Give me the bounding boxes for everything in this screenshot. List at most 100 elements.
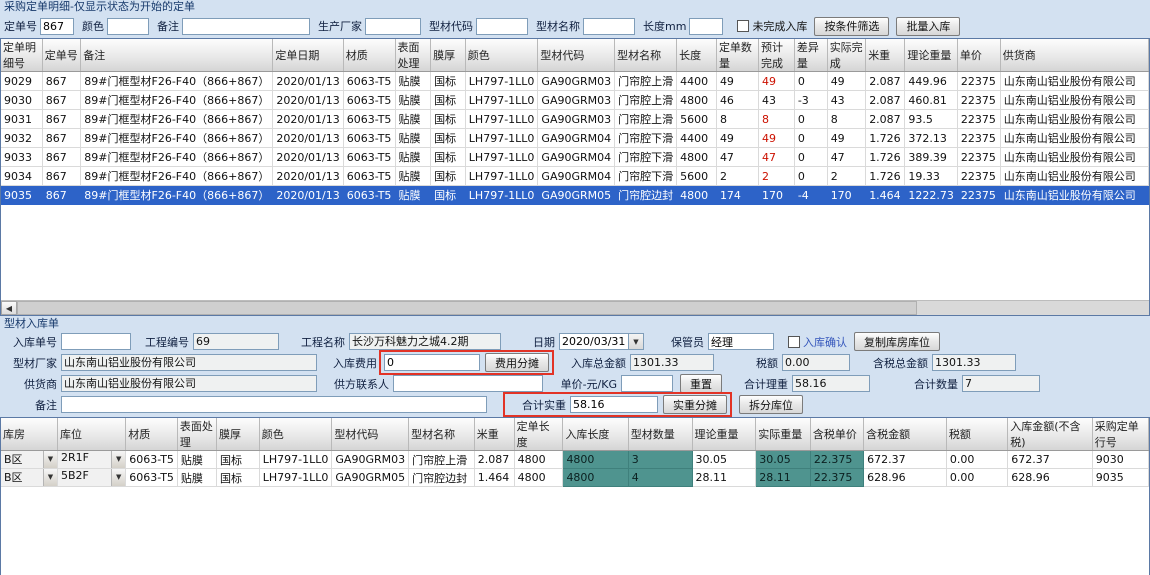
fee-highlight-box: 费用分摊 [379, 350, 554, 375]
column-header-color: 颜色 [259, 418, 332, 451]
cell-warehouse[interactable]: B区▼ [1, 469, 57, 487]
cell-order-qty: 47 [716, 148, 758, 167]
column-header-tax: 税额 [946, 418, 1007, 451]
combo-dropdown-icon[interactable]: ▼ [111, 451, 125, 468]
cell-difference-qty: 0 [794, 148, 827, 167]
date-dropdown-icon[interactable]: ▼ [629, 333, 644, 350]
unit-price-input[interactable] [621, 375, 673, 392]
cell-theory-weight: 460.81 [905, 91, 958, 110]
cell-inbound-length: 4800 [563, 451, 628, 469]
cell-surface-treatment: 贴膜 [177, 451, 216, 469]
order-no-input[interactable] [40, 18, 74, 35]
color-label: 颜色 [82, 18, 104, 34]
column-header-supplier: 供货商 [1000, 39, 1148, 72]
date-input[interactable] [559, 333, 629, 350]
inbound-row[interactable]: B区▼2R1F▼6063-T5贴膜国标LH797-1LL0GA90GRM03门帘… [1, 451, 1149, 469]
scroll-left-arrow-icon[interactable]: ◀ [1, 301, 17, 315]
cell-order-qty: 2 [716, 167, 758, 186]
order-row[interactable]: 903086789#门框型材F26-F40（866+867）2020/01/13… [1, 91, 1149, 110]
cell-estimated-complete: 8 [758, 110, 794, 129]
cell-difference-qty: 0 [794, 72, 827, 91]
cell-actual-complete: 43 [827, 91, 866, 110]
order-row[interactable]: 903386789#门框型材F26-F40（866+867）2020/01/13… [1, 148, 1149, 167]
keeper-input[interactable] [708, 333, 774, 350]
horizontal-scrollbar[interactable]: ◀ [1, 300, 1149, 315]
cell-order-date: 2020/01/13 [273, 186, 343, 205]
cell-film-thickness: 国标 [431, 129, 466, 148]
unfinished-checkbox[interactable] [737, 20, 749, 32]
cell-meter-weight: 1.726 [866, 129, 905, 148]
column-header-remark: 备注 [81, 39, 273, 72]
inbound-row[interactable]: B区▼5B2F▼6063-T5贴膜国标LH797-1LL0GA90GRM05门帘… [1, 469, 1149, 487]
order-row[interactable]: 903286789#门框型材F26-F40（866+867）2020/01/13… [1, 129, 1149, 148]
cell-material: 6063-T5 [343, 129, 395, 148]
fee-share-button[interactable]: 费用分摊 [485, 353, 549, 372]
cell-unit-price: 22375 [957, 72, 1000, 91]
total-count-label: 合计数量 [900, 376, 958, 392]
cell-remark: 89#门框型材F26-F40（866+867） [81, 186, 273, 205]
cell-theory-weight: 389.39 [905, 148, 958, 167]
remark-input[interactable] [182, 18, 310, 35]
cell-order-length: 4800 [514, 469, 563, 487]
cell-profile-name: 门帘腔下滑 [615, 148, 677, 167]
cell-remark: 89#门框型材F26-F40（866+867） [81, 72, 273, 91]
receipt-no-input[interactable] [61, 333, 131, 350]
fee-label: 入库费用 [325, 355, 377, 371]
order-row[interactable]: 903186789#门框型材F26-F40（866+867）2020/01/13… [1, 110, 1149, 129]
order-row[interactable]: 903486789#门框型材F26-F40（866+867）2020/01/13… [1, 167, 1149, 186]
supplier-contact-label: 供方联系人 [325, 376, 389, 392]
scrollbar-thumb[interactable] [17, 301, 917, 315]
remark-label: 备注 [157, 18, 179, 34]
supplier-label: 供货商 [5, 376, 57, 392]
total-actual-weight-input[interactable] [570, 396, 658, 413]
cell-surface-treatment: 贴膜 [395, 91, 431, 110]
cell-meter-weight: 1.726 [866, 167, 905, 186]
length-input[interactable] [689, 18, 723, 35]
cell-order-detail-no: 9029 [1, 72, 42, 91]
cell-unit-price-with-tax: 22.375 [810, 451, 863, 469]
project-no-label: 工程编号 [131, 334, 189, 350]
combo-dropdown-icon[interactable]: ▼ [43, 469, 57, 486]
order-row[interactable]: 902986789#门框型材F26-F40（866+867）2020/01/13… [1, 72, 1149, 91]
copy-location-button[interactable]: 复制库房库位 [854, 332, 940, 351]
cell-film-thickness: 国标 [217, 451, 260, 469]
cell-location[interactable]: 2R1F▼ [57, 451, 125, 469]
cell-amount-without-tax: 628.96 [1008, 469, 1093, 487]
cell-profile-code: GA90GRM03 [332, 451, 409, 469]
filter-by-condition-button[interactable]: 按条件筛选 [814, 17, 889, 36]
combo-dropdown-icon[interactable]: ▼ [43, 451, 57, 468]
cell-supplier: 山东南山铝业股份有限公司 [1000, 167, 1148, 186]
cell-length: 5600 [677, 167, 717, 186]
profile-name-input[interactable] [583, 18, 635, 35]
remark2-input[interactable] [61, 396, 487, 413]
cell-order-date: 2020/01/13 [273, 91, 343, 110]
cell-meter-weight: 2.087 [866, 72, 905, 91]
batch-inbound-button[interactable]: 批量入库 [896, 17, 960, 36]
reset-button[interactable]: 重置 [680, 374, 722, 393]
combo-dropdown-icon[interactable]: ▼ [111, 469, 125, 486]
cell-material: 6063-T5 [126, 469, 178, 487]
actual-weight-share-button[interactable]: 实重分摊 [663, 395, 727, 414]
cell-unit-price: 22375 [957, 110, 1000, 129]
cell-order-date: 2020/01/13 [273, 110, 343, 129]
cell-color: LH797-1LL0 [259, 469, 332, 487]
remark2-label: 备注 [5, 397, 57, 413]
cell-actual-complete: 2 [827, 167, 866, 186]
supplier-contact-input[interactable] [393, 375, 543, 392]
cell-order-date: 2020/01/13 [273, 167, 343, 186]
cell-profile-qty: 4 [628, 469, 692, 487]
cell-profile-qty: 3 [628, 451, 692, 469]
color-input[interactable] [107, 18, 149, 35]
orders-grid: 定单明细号定单号备注定单日期材质表面处理膜厚颜色型材代码型材名称长度定单数量预计… [0, 38, 1150, 316]
profile-code-input[interactable] [476, 18, 528, 35]
cell-theory-weight: 93.5 [905, 110, 958, 129]
cell-estimated-complete: 170 [758, 186, 794, 205]
cell-warehouse[interactable]: B区▼ [1, 451, 57, 469]
fee-input[interactable] [384, 354, 480, 371]
order-row[interactable]: 903586789#门框型材F26-F40（866+867）2020/01/13… [1, 186, 1149, 205]
split-location-button[interactable]: 拆分库位 [739, 395, 803, 414]
manufacturer-input[interactable] [365, 18, 421, 35]
cell-location[interactable]: 5B2F▼ [57, 469, 125, 487]
inbound-confirm-checkbox[interactable] [788, 336, 800, 348]
column-header-profile-code: 型材代码 [332, 418, 409, 451]
